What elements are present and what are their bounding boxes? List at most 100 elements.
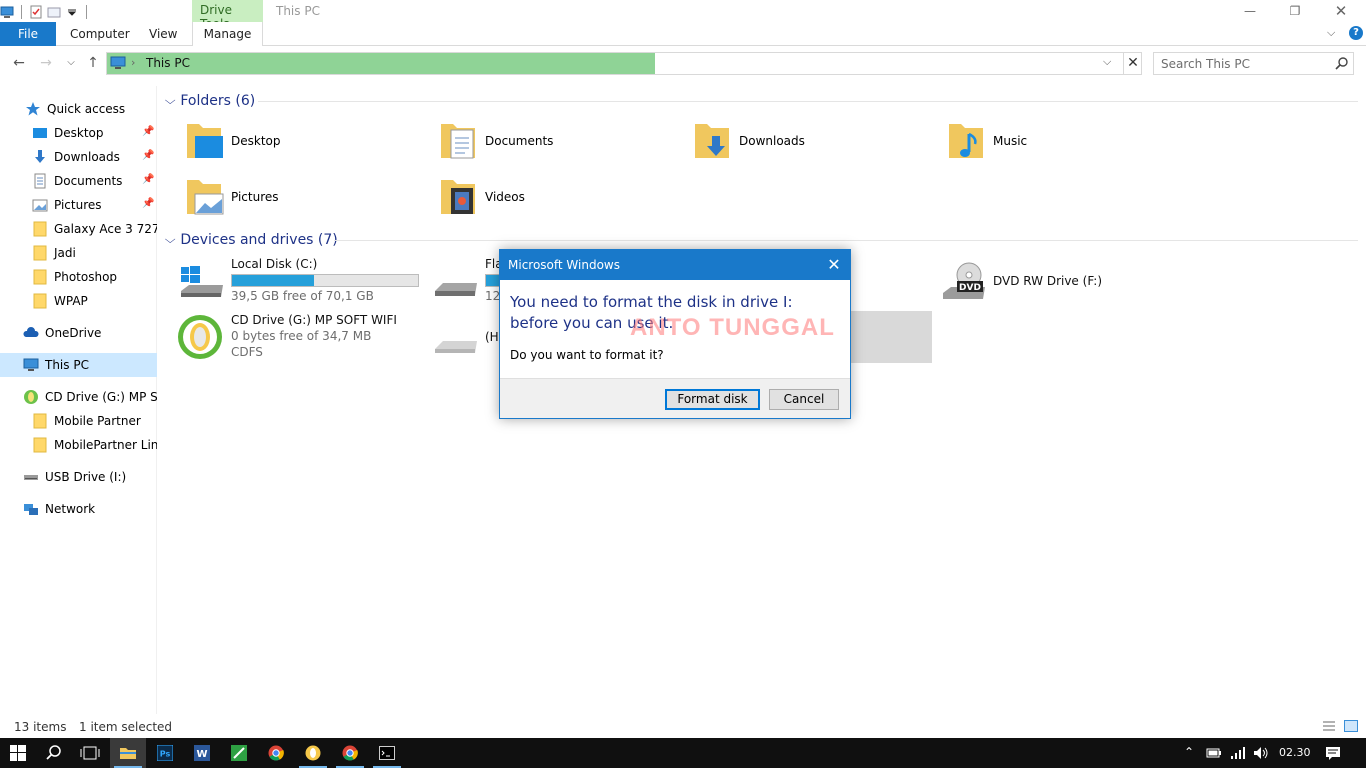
svg-text:Ps: Ps xyxy=(160,750,171,759)
search-placeholder: Search This PC xyxy=(1161,57,1250,71)
forward-arrow-icon[interactable]: → xyxy=(37,54,55,72)
sidebar-item-mobile-partner[interactable]: Mobile Partner xyxy=(0,409,157,433)
devices-group-header[interactable]: ⌵ Devices and drives (7) xyxy=(165,230,338,250)
pin-icon[interactable]: 📌 xyxy=(142,126,154,137)
sidebar-item-wpap[interactable]: WPAP xyxy=(0,289,157,313)
sidebar-item-onedrive[interactable]: OneDrive xyxy=(0,321,157,345)
show-hidden-icons-icon[interactable]: ⌃ xyxy=(1184,745,1194,759)
chrome-icon xyxy=(342,745,358,761)
sidebar-item-network[interactable]: Network xyxy=(0,497,157,521)
sidebar-item-desktop[interactable]: Desktop 📌 xyxy=(0,121,157,145)
chrome-icon xyxy=(268,745,284,761)
sidebar-item-label: Quick access xyxy=(47,102,126,116)
sidebar-item-galaxy-ace[interactable]: Galaxy Ace 3 7270 xyxy=(0,217,157,241)
sidebar-item-cd-drive[interactable]: CD Drive (G:) MP SOFT WIFI xyxy=(0,385,157,409)
expand-ribbon-icon[interactable]: ⌵ xyxy=(1327,26,1335,40)
cancel-button[interactable]: Cancel xyxy=(769,389,839,410)
sidebar-item-label: WPAP xyxy=(54,294,88,308)
new-folder-icon[interactable] xyxy=(47,5,61,19)
chevron-down-icon[interactable]: ⌵ xyxy=(165,94,176,108)
dvd-drive-icon: DVD xyxy=(943,262,985,299)
folder-pictures[interactable]: Pictures xyxy=(185,174,425,220)
stop-icon[interactable]: ✕ xyxy=(1123,53,1142,74)
mobile-partner-icon xyxy=(305,745,321,761)
start-button[interactable] xyxy=(0,738,36,768)
tab-computer[interactable]: Computer xyxy=(58,22,142,46)
pin-icon[interactable]: 📌 xyxy=(142,174,154,185)
selected-drive-highlight[interactable] xyxy=(846,311,932,363)
folder-icon xyxy=(33,413,47,429)
help-icon[interactable]: ? xyxy=(1349,26,1363,40)
tab-manage[interactable]: Manage xyxy=(192,22,263,46)
chevron-down-icon[interactable]: ⌵ xyxy=(165,233,176,247)
image-app-taskbar[interactable] xyxy=(221,738,257,768)
tab-file[interactable]: File xyxy=(0,22,56,46)
restore-icon[interactable]: ❐ xyxy=(1272,0,1318,22)
large-icons-view-icon[interactable] xyxy=(1344,720,1358,732)
close-icon[interactable]: ✕ xyxy=(1318,0,1364,22)
file-explorer-icon xyxy=(120,748,136,759)
chrome-window-taskbar[interactable] xyxy=(332,738,368,768)
folder-desktop[interactable]: Desktop xyxy=(185,118,425,164)
details-view-icon[interactable] xyxy=(1322,720,1336,732)
drive-cd-g[interactable]: CD Drive (G:) MP SOFT WIFI 0 bytes free … xyxy=(177,313,427,363)
tab-view[interactable]: View xyxy=(137,22,189,46)
sidebar-item-photoshop[interactable]: Photoshop xyxy=(0,265,157,289)
cd-drive-icon xyxy=(24,390,38,404)
group-divider xyxy=(334,240,1358,241)
folder-label: Downloads xyxy=(739,134,805,148)
word-taskbar[interactable]: W xyxy=(184,738,220,768)
pin-icon[interactable]: 📌 xyxy=(142,150,154,161)
pin-icon[interactable]: 📌 xyxy=(142,198,154,209)
sidebar-item-this-pc[interactable]: This PC xyxy=(0,353,157,377)
sidebar-item-downloads[interactable]: Downloads 📌 xyxy=(0,145,157,169)
format-disk-button[interactable]: Format disk xyxy=(665,389,760,410)
sidebar-item-pictures[interactable]: Pictures 📌 xyxy=(0,193,157,217)
folder-music[interactable]: Music xyxy=(947,118,1187,164)
chrome-taskbar[interactable] xyxy=(258,738,294,768)
folder-documents[interactable]: Documents xyxy=(439,118,679,164)
folders-group-header[interactable]: ⌵ Folders (6) xyxy=(165,91,255,111)
up-arrow-icon[interactable]: ↑ xyxy=(84,54,102,72)
volume-icon[interactable] xyxy=(1253,746,1269,760)
back-arrow-icon[interactable]: ← xyxy=(10,54,28,72)
task-view-button[interactable] xyxy=(72,738,108,768)
drive-local-disk-c[interactable]: Local Disk (C:) 39,5 GB free of 70,1 GB xyxy=(177,257,427,307)
address-path[interactable]: This PC xyxy=(146,56,190,70)
sidebar-item-quick-access[interactable]: Quick access xyxy=(0,97,157,121)
search-icon[interactable] xyxy=(1335,56,1349,70)
recent-locations-icon[interactable]: ⌵ xyxy=(62,54,80,72)
folder-icon xyxy=(33,221,47,237)
hard-drive-icon xyxy=(435,283,477,296)
windows-drive-icon xyxy=(181,266,223,297)
search-input[interactable]: Search This PC xyxy=(1153,52,1354,75)
search-button[interactable] xyxy=(36,738,72,768)
close-icon[interactable]: ✕ xyxy=(822,254,846,276)
sidebar-item-label: Downloads xyxy=(54,150,120,164)
command-prompt-taskbar[interactable] xyxy=(369,738,405,768)
drive-dvd-rw-f[interactable]: DVD DVD RW Drive (F:) xyxy=(939,257,1189,307)
folder-videos[interactable]: Videos xyxy=(439,174,679,220)
sidebar-item-mobilepartner-linux[interactable]: MobilePartner Linux xyxy=(0,433,157,457)
sidebar-item-documents[interactable]: Documents 📌 xyxy=(0,169,157,193)
minimize-icon[interactable]: — xyxy=(1227,0,1273,22)
mobile-partner-taskbar[interactable] xyxy=(295,738,331,768)
address-bar[interactable]: › This PC ⌵ ✕ xyxy=(106,52,1142,75)
signal-strength-icon[interactable] xyxy=(1230,746,1246,760)
windows-logo-icon xyxy=(10,745,26,761)
download-icon xyxy=(35,150,45,163)
properties-icon[interactable] xyxy=(29,5,43,19)
battery-icon[interactable] xyxy=(1206,747,1222,759)
photoshop-taskbar[interactable]: Ps xyxy=(147,738,183,768)
dialog-question: Do you want to format it? xyxy=(510,348,664,362)
sidebar-item-jadi[interactable]: Jadi xyxy=(0,241,157,265)
sidebar-item-usb-drive[interactable]: USB Drive (I:) xyxy=(0,465,157,489)
folder-downloads[interactable]: Downloads xyxy=(693,118,933,164)
computer-icon[interactable] xyxy=(0,5,14,19)
chevron-down-icon[interactable]: ⌵ xyxy=(1103,55,1111,69)
file-explorer-taskbar[interactable] xyxy=(110,738,146,768)
chevron-right-icon[interactable]: › xyxy=(131,56,135,69)
action-center-icon[interactable] xyxy=(1325,746,1341,760)
clock[interactable]: 02.30 xyxy=(1279,746,1311,759)
customize-toolbar-icon[interactable] xyxy=(65,5,79,19)
